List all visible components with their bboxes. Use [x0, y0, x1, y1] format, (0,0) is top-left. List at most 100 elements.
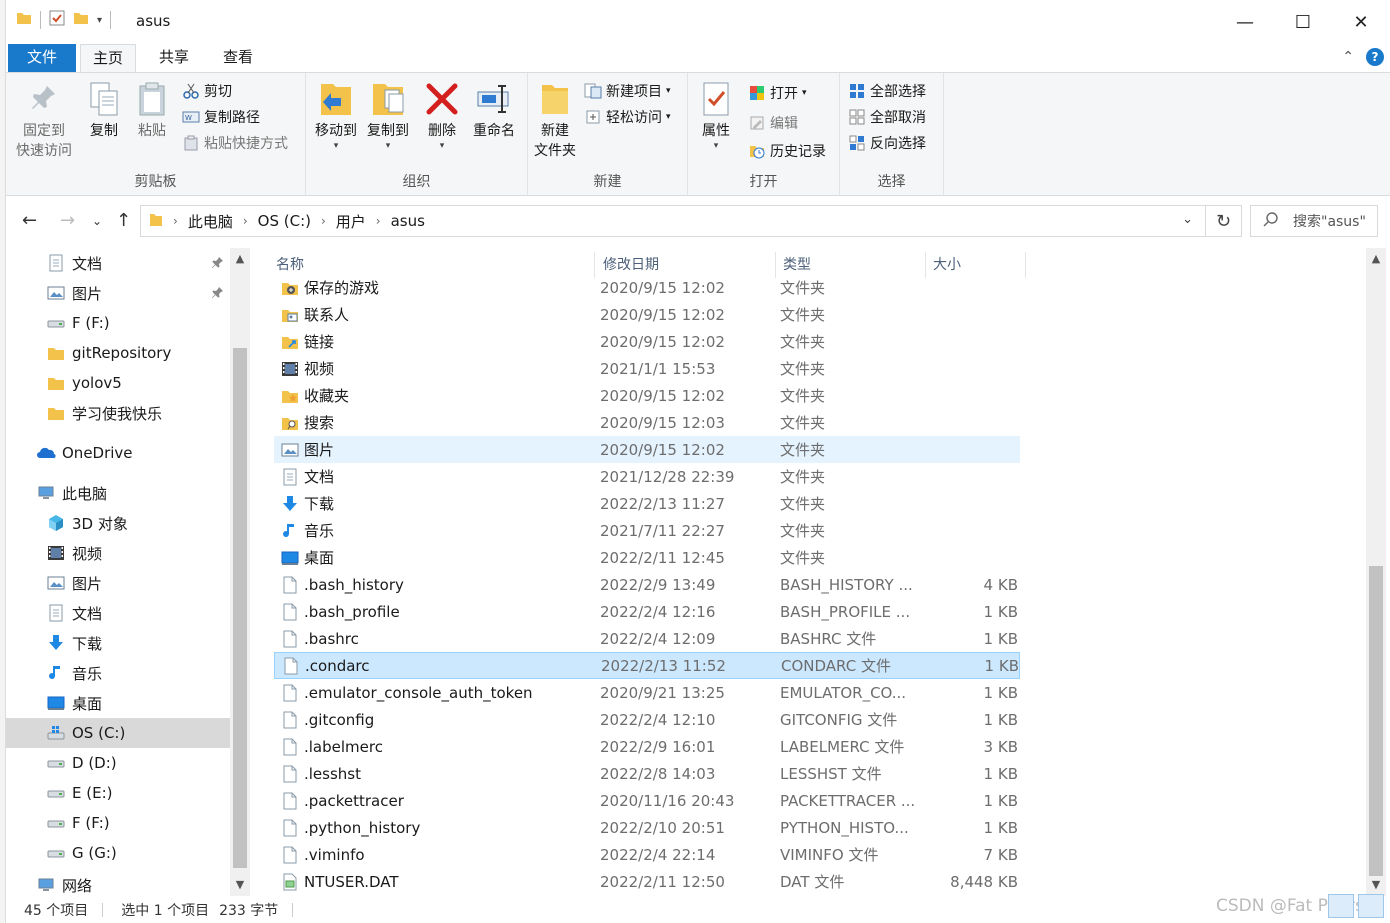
breadcrumb-users[interactable]: 用户: [336, 211, 366, 232]
pin-to-quick-access-button[interactable]: 固定到 快速访问: [12, 79, 76, 161]
copy-to-button[interactable]: 复制到 ▾: [362, 79, 414, 151]
nav-item[interactable]: yolov5: [6, 368, 230, 398]
easy-access-button[interactable]: 轻松访问 ▾: [584, 105, 671, 129]
nav-item[interactable]: 此电脑: [6, 478, 230, 508]
nav-item[interactable]: 文档: [6, 598, 230, 628]
delete-button[interactable]: 删除 ▾: [420, 79, 464, 151]
up-arrow-icon[interactable]: ↑: [116, 210, 131, 231]
breadcrumb-os-c[interactable]: OS (C:): [258, 212, 311, 230]
file-list-scrollbar[interactable]: ▲ ▼: [1366, 248, 1386, 896]
file-row[interactable]: .bash_history 2022/2/9 13:49 BASH_HISTORY …: [274, 571, 1020, 598]
file-row[interactable]: .bash_profile 2022/2/4 12:16 BASH_PROFILE …: [274, 598, 1020, 625]
breadcrumb-asus[interactable]: asus: [391, 212, 425, 230]
chevron-right-icon[interactable]: ›: [321, 214, 326, 228]
file-row[interactable]: 图片 2020/9/15 12:02 文件夹: [274, 436, 1020, 463]
properties-button[interactable]: 属性 ▾: [694, 79, 738, 151]
history-button[interactable]: 历史记录: [748, 139, 826, 163]
rename-button[interactable]: 重命名: [468, 79, 520, 141]
scroll-up-icon[interactable]: ▲: [1366, 252, 1386, 265]
file-row[interactable]: NTUSER.DAT 2022/2/11 12:50 DAT 文件 8,448 KB: [274, 868, 1020, 895]
file-row[interactable]: .packettracer 2020/11/16 20:43 PACKETTRACE…: [274, 787, 1020, 814]
file-row[interactable]: 收藏夹 2020/9/15 12:02 文件夹: [274, 382, 1020, 409]
new-item-button[interactable]: 新建项目 ▾: [584, 79, 671, 103]
paste-button[interactable]: 粘贴: [130, 79, 174, 141]
scroll-down-icon[interactable]: ▼: [1366, 878, 1386, 891]
file-row[interactable]: 搜索 2020/9/15 12:03 文件夹: [274, 409, 1020, 436]
close-button[interactable]: ✕: [1332, 0, 1390, 44]
nav-item[interactable]: F (F:): [6, 308, 230, 338]
details-view-button[interactable]: [1328, 894, 1354, 918]
recent-locations-chevron-icon[interactable]: ⌄: [92, 214, 102, 228]
nav-item[interactable]: gitRepository: [6, 338, 230, 368]
nav-item[interactable]: 学习使我快乐: [6, 398, 230, 428]
nav-item[interactable]: 音乐: [6, 658, 230, 688]
file-row[interactable]: .bashrc 2022/2/4 12:09 BASHRC 文件 1 KB: [274, 625, 1020, 652]
file-row[interactable]: .gitconfig 2022/2/4 12:10 GITCONFIG 文件 1 KB: [274, 706, 1020, 733]
paste-shortcut-button[interactable]: 粘贴快捷方式: [182, 131, 288, 155]
tab-share[interactable]: 共享: [146, 44, 202, 72]
minimize-button[interactable]: —: [1216, 0, 1274, 44]
edit-button[interactable]: 编辑: [748, 111, 798, 135]
nav-item[interactable]: OS (C:): [6, 718, 230, 748]
nav-item[interactable]: 文档: [6, 248, 230, 278]
file-row[interactable]: 下载 2022/2/13 11:27 文件夹: [274, 490, 1020, 517]
nav-item[interactable]: 桌面: [6, 688, 230, 718]
open-button[interactable]: 打开 ▾: [748, 81, 807, 105]
forward-arrow-icon[interactable]: →: [60, 210, 75, 231]
nav-item[interactable]: 3D 对象: [6, 508, 230, 538]
chevron-right-icon[interactable]: ›: [243, 214, 248, 228]
nav-item[interactable]: D (D:): [6, 748, 230, 778]
nav-item[interactable]: 图片: [6, 568, 230, 598]
file-row[interactable]: 桌面 2022/2/11 12:45 文件夹: [274, 544, 1020, 571]
new-folder-button[interactable]: 新建 文件夹: [530, 79, 580, 161]
search-box[interactable]: 搜索"asus": [1250, 205, 1378, 237]
file-row[interactable]: .lesshst 2022/2/8 14:03 LESSHST 文件 1 KB: [274, 760, 1020, 787]
nav-item[interactable]: G (G:): [6, 838, 230, 868]
chevron-right-icon[interactable]: ›: [376, 214, 381, 228]
tab-home[interactable]: 主页: [80, 44, 136, 73]
column-separator[interactable]: [1025, 252, 1026, 278]
address-dropdown-icon[interactable]: ⌄: [1182, 212, 1193, 227]
cut-button[interactable]: 剪切: [182, 79, 232, 103]
move-to-button[interactable]: 移动到 ▾: [312, 79, 360, 151]
nav-item[interactable]: 视频: [6, 538, 230, 568]
nav-item[interactable]: 图片: [6, 278, 230, 308]
file-row[interactable]: .labelmerc 2022/2/9 16:01 LABELMERC 文件 3 KB: [274, 733, 1020, 760]
tab-view[interactable]: 查看: [210, 44, 266, 72]
file-row[interactable]: .viminfo 2022/2/4 22:14 VIMINFO 文件 7 KB: [274, 841, 1020, 868]
help-icon[interactable]: ?: [1366, 48, 1384, 66]
copy-button[interactable]: 复制: [82, 79, 126, 141]
file-row[interactable]: 保存的游戏 2020/9/15 12:02 文件夹: [274, 274, 1020, 301]
file-row[interactable]: .emulator_console_auth_token 2020/9/21 13…: [274, 679, 1020, 706]
invert-selection-button[interactable]: 反向选择: [848, 131, 926, 155]
maximize-button[interactable]: ☐: [1274, 0, 1332, 44]
file-row[interactable]: .condarc 2022/2/13 11:52 CONDARC 文件 1 KB: [274, 652, 1020, 679]
copy-path-button[interactable]: W 复制路径: [182, 105, 260, 129]
nav-item[interactable]: F (F:): [6, 808, 230, 838]
new-folder-qat-icon[interactable]: [73, 10, 89, 30]
file-list-scrollbar-thumb[interactable]: [1369, 566, 1383, 876]
back-arrow-icon[interactable]: ←: [22, 210, 37, 231]
properties-check-icon[interactable]: [49, 10, 65, 30]
file-row[interactable]: 视频 2021/1/1 15:53 文件夹: [274, 355, 1020, 382]
nav-scrollbar[interactable]: ▲ ▼: [230, 248, 250, 896]
nav-item[interactable]: 下载: [6, 628, 230, 658]
address-bar[interactable]: › 此电脑 › OS (C:) › 用户 › asus ⌄: [140, 205, 1206, 237]
large-icons-view-button[interactable]: [1358, 894, 1384, 918]
scroll-up-icon[interactable]: ▲: [230, 252, 250, 265]
nav-item[interactable]: OneDrive: [6, 438, 230, 468]
file-row[interactable]: 音乐 2021/7/11 22:27 文件夹: [274, 517, 1020, 544]
file-row[interactable]: .python_history 2022/2/10 20:51 PYTHON_HIS…: [274, 814, 1020, 841]
nav-item[interactable]: 网络: [6, 870, 230, 896]
scroll-down-icon[interactable]: ▼: [230, 878, 250, 891]
chevron-right-icon[interactable]: ›: [173, 214, 178, 228]
collapse-ribbon-icon[interactable]: ⌃: [1342, 49, 1354, 65]
file-row[interactable]: 联系人 2020/9/15 12:02 文件夹: [274, 301, 1020, 328]
file-row[interactable]: 文档 2021/12/28 22:39 文件夹: [274, 463, 1020, 490]
refresh-button[interactable]: ↻: [1206, 205, 1242, 237]
select-none-button[interactable]: 全部取消: [848, 105, 926, 129]
nav-item[interactable]: E (E:): [6, 778, 230, 808]
nav-scrollbar-thumb[interactable]: [233, 348, 247, 868]
tab-file[interactable]: 文件: [8, 44, 76, 72]
breadcrumb-this-pc[interactable]: 此电脑: [188, 211, 233, 232]
